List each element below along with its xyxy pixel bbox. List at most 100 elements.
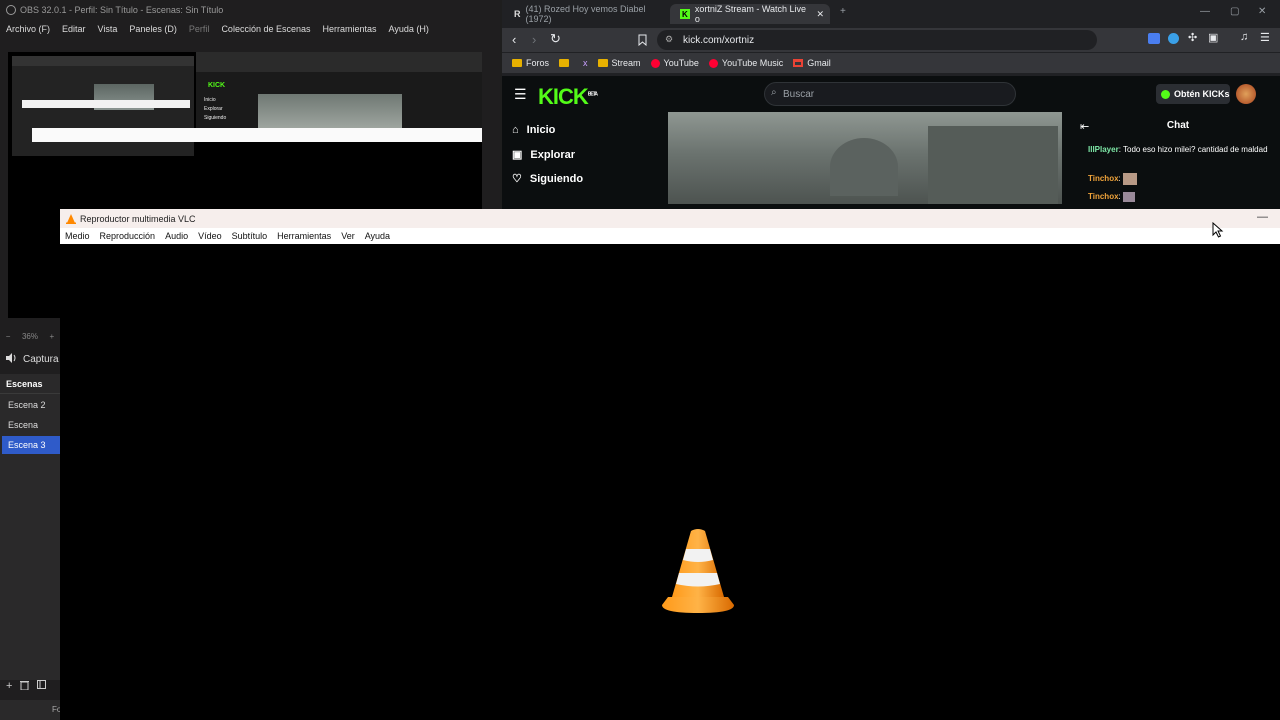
scenes-panel: Escenas Escena 2 Escena Escena 3	[0, 374, 60, 680]
obs-menu-archivo[interactable]: Archivo (F)	[0, 21, 56, 39]
bookmark-folder[interactable]	[559, 59, 573, 67]
tab-strip: R (41) Rozed Hoy vemos Diabel (1972) K x…	[502, 0, 1280, 28]
vlc-menu-ver[interactable]: Ver	[336, 228, 360, 244]
tab-title: xortniZ Stream - Watch Live o	[694, 4, 807, 24]
video-content	[928, 126, 1058, 204]
vlc-menubar: Medio Reproducción Audio Vídeo Subtítulo…	[60, 228, 1280, 244]
bookmark-foros[interactable]: Foros	[512, 58, 549, 68]
site-info-icon[interactable]: ⚙	[665, 34, 673, 45]
tab-rozed[interactable]: R (41) Rozed Hoy vemos Diabel (1972)	[504, 4, 664, 24]
chat-message: Tinchox:	[1088, 191, 1274, 202]
get-kicks-button[interactable]: Obtén KICKs	[1156, 84, 1230, 104]
obs-menu-perfil[interactable]: Perfil	[183, 21, 216, 39]
gmail-icon	[793, 59, 804, 67]
preview-nested-browser: KICK Inicio Explorar Siguiendo	[196, 52, 482, 128]
menu-icon[interactable]: ☰	[1260, 31, 1270, 44]
vlc-window: Reproductor multimedia VLC — Medio Repro…	[60, 209, 1280, 720]
music-icon[interactable]: ♫	[1240, 31, 1248, 43]
obs-menu-herramientas[interactable]: Herramientas	[317, 21, 383, 39]
vlc-video-area[interactable]	[60, 244, 1280, 720]
close-icon[interactable]: ✕	[1258, 6, 1266, 17]
minimize-button[interactable]: —	[1257, 211, 1268, 223]
bookmark-youtube-music[interactable]: YouTube Music	[708, 58, 783, 68]
vlc-menu-subtitulo[interactable]: Subtítulo	[227, 228, 273, 244]
youtube-icon	[650, 58, 660, 68]
zoom-in-button[interactable]: +	[50, 332, 55, 341]
vlc-menu-reproduccion[interactable]: Reproducción	[95, 228, 161, 244]
new-tab-button[interactable]: +	[840, 6, 846, 17]
add-scene-icon[interactable]: +	[6, 680, 12, 692]
tab-favicon: R	[514, 9, 521, 19]
scene-item-escena-2[interactable]: Escena 2	[2, 396, 60, 414]
folder-icon	[512, 59, 522, 67]
preview-white-strip	[22, 100, 190, 108]
extension-icon[interactable]	[1168, 33, 1179, 44]
vlc-menu-herramientas[interactable]: Herramientas	[272, 228, 336, 244]
preview-kick-nav: Inicio Explorar Siguiendo	[204, 97, 227, 121]
address-bar[interactable]: ⚙ kick.com/xortniz	[657, 30, 1097, 50]
tab-title: (41) Rozed Hoy vemos Diabel (1972)	[525, 4, 646, 24]
zoom-level: 36%	[21, 331, 38, 341]
back-icon[interactable]: ‹	[512, 32, 516, 47]
obs-title: OBS 32.0.1 - Perfil: Sin Título - Escena…	[20, 5, 224, 15]
obs-menubar: Archivo (F) Editar Vista Paneles (D) Per…	[0, 21, 500, 39]
emote-icon	[1123, 191, 1135, 202]
vlc-title: Reproductor multimedia VLC	[80, 213, 196, 224]
obs-menu-vista[interactable]: Vista	[92, 21, 124, 39]
chat-panel: ⇤ Chat IllPlayer: Todo eso hizo milei? c…	[1076, 112, 1280, 204]
zoom-out-button[interactable]: −	[6, 332, 11, 341]
vlc-logo-icon	[66, 213, 76, 224]
close-tab-icon[interactable]: ✕	[816, 9, 824, 20]
bookmark-youtube[interactable]: YouTube	[650, 58, 699, 68]
vlc-titlebar[interactable]: Reproductor multimedia VLC —	[60, 209, 1280, 228]
scene-item-escena-3[interactable]: Escena 3	[2, 436, 60, 454]
emote-icon	[1123, 173, 1137, 185]
heart-icon: ♡	[512, 173, 522, 185]
folder-icon	[559, 59, 570, 67]
nav-explorar[interactable]: ▣ Explorar	[512, 148, 575, 162]
puzzle-icon[interactable]: ✣	[1188, 31, 1197, 44]
obs-titlebar: OBS 32.0.1 - Perfil: Sin Título - Escena…	[0, 0, 500, 20]
bookmark-stream[interactable]: Stream	[597, 58, 641, 68]
scene-tools: +	[0, 678, 60, 694]
nav-siguiendo[interactable]: ♡ Siguiendo	[512, 172, 583, 186]
sidebar-icon[interactable]: ▣	[1208, 31, 1218, 44]
nav-inicio[interactable]: ⌂ Inicio	[512, 124, 555, 136]
kick-search-input[interactable]: ⌕ Buscar	[764, 82, 1016, 106]
obs-source-item[interactable]: Captura	[0, 350, 60, 368]
bookmark-icon[interactable]	[638, 33, 647, 51]
source-label: Captura	[23, 353, 59, 365]
maximize-icon[interactable]: ▢	[1230, 6, 1239, 17]
forward-icon[interactable]: ›	[532, 32, 536, 47]
filter-icon[interactable]	[37, 680, 47, 692]
extension-icon[interactable]	[1148, 33, 1160, 44]
trash-icon[interactable]	[20, 680, 30, 693]
vlc-menu-medio[interactable]: Medio	[60, 228, 95, 244]
vlc-menu-ayuda[interactable]: Ayuda	[360, 228, 395, 244]
obs-menu-ayuda[interactable]: Ayuda (H)	[383, 21, 435, 39]
stream-video[interactable]	[668, 112, 1062, 204]
scene-item-escena[interactable]: Escena	[2, 416, 60, 434]
kick-logo[interactable]: KICKBETA	[538, 84, 598, 110]
obs-menu-coleccion[interactable]: Colección de Escenas	[215, 21, 316, 39]
vlc-menu-video[interactable]: Vídeo	[193, 228, 227, 244]
video-content	[830, 138, 898, 196]
bookmark-x[interactable]: x	[583, 58, 588, 68]
chat-title: Chat	[1166, 120, 1190, 131]
obs-menu-editar[interactable]: Editar	[56, 21, 92, 39]
hamburger-menu-icon[interactable]: ☰	[514, 86, 527, 103]
bookmark-gmail[interactable]: Gmail	[793, 58, 831, 68]
preview-image	[258, 94, 402, 128]
kicks-icon	[1161, 89, 1170, 99]
avatar[interactable]	[1236, 84, 1256, 104]
vlc-menu-audio[interactable]: Audio	[160, 228, 193, 244]
obs-logo-icon	[6, 5, 16, 15]
tab-kick[interactable]: K xortniZ Stream - Watch Live o ✕	[670, 4, 830, 24]
kick-page: ☰ KICKBETA ⌕ Buscar Obtén KICKs ⌂ Inicio …	[502, 76, 1280, 210]
bookmarks-bar: Foros x Stream YouTube YouTube Music Gma…	[502, 53, 1280, 73]
minimize-icon[interactable]: —	[1200, 6, 1210, 17]
browser-window: R (41) Rozed Hoy vemos Diabel (1972) K x…	[502, 0, 1280, 210]
reload-icon[interactable]: ↻	[550, 31, 561, 47]
obs-menu-paneles[interactable]: Paneles (D)	[123, 21, 183, 39]
chat-message: IllPlayer: Todo eso hizo milei? cantidad…	[1088, 145, 1268, 154]
